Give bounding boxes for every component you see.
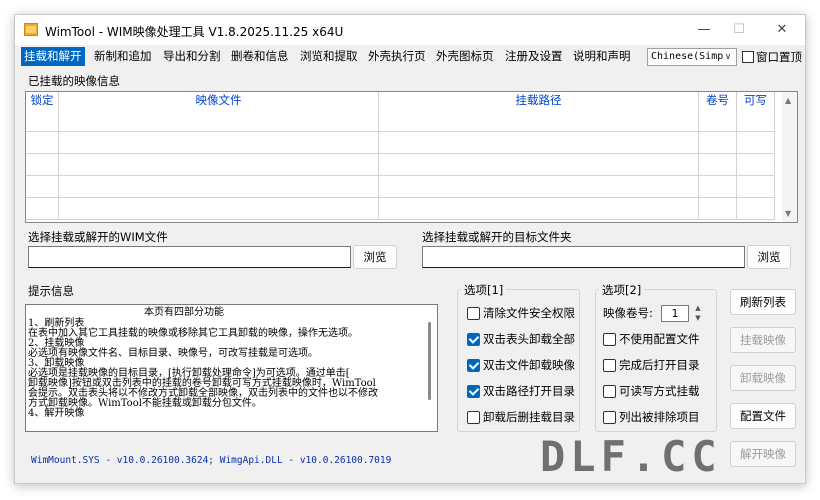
volume-number-label: 映像卷号:: [603, 306, 653, 320]
checkbox-checked-icon: [467, 359, 480, 372]
table-row[interactable]: [26, 154, 775, 176]
table-header: 锁定 映像文件 挂载路径 卷号 可写: [26, 92, 775, 110]
maximize-button[interactable]: ☐: [724, 19, 754, 41]
tab-bar: 挂载和解开 新制和追加 导出和分割 删卷和信息 浏览和提取 外壳执行页 外壳图标…: [17, 47, 803, 67]
browse-folder-button[interactable]: 浏览: [747, 245, 791, 269]
language-value: Chinese(Simp: [651, 51, 724, 62]
target-folder-label: 选择挂载或解开的目标文件夹: [422, 230, 572, 244]
scroll-down-icon[interactable]: ▼: [785, 209, 791, 218]
scroll-up-icon[interactable]: ▲: [785, 96, 791, 105]
table-row[interactable]: [26, 198, 775, 220]
refresh-list-button[interactable]: 刷新列表: [730, 289, 796, 315]
extract-image-button[interactable]: 解开映像: [730, 441, 796, 467]
title-bar: WimTool - WIM映像处理工具 V1.8.2025.11.25 x64U…: [15, 15, 805, 45]
wim-file-input[interactable]: [28, 246, 351, 268]
mounted-images-table[interactable]: 锁定 映像文件 挂载路径 卷号 可写 ▲ ▼: [25, 91, 798, 223]
tips-line: 4、解开映像: [28, 408, 85, 419]
checkbox-checked-icon: [467, 385, 480, 398]
mounted-images-label: 已挂载的映像信息: [28, 74, 120, 88]
option-label: 双击路径打开目录: [483, 384, 575, 398]
options2-title: 选项[2]: [599, 282, 645, 298]
option-label: 列出被排除项目: [619, 410, 700, 424]
checkbox-icon: [467, 307, 480, 320]
table-row[interactable]: [26, 132, 775, 154]
option-clear-security[interactable]: 清除文件安全权限: [467, 305, 575, 321]
column-header-lock[interactable]: 锁定: [26, 92, 59, 110]
tips-textarea[interactable]: 本页有四部分功能 1、刷新列表 在表中加入其它工具挂载的映像或移除其它工具卸载的…: [25, 304, 438, 432]
wim-file-label: 选择挂载或解开的WIM文件: [28, 230, 168, 244]
option-label: 双击文件卸载映像: [483, 358, 575, 372]
table-scrollbar[interactable]: ▲ ▼: [782, 92, 797, 222]
tips-line: 本页有四部分功能: [144, 307, 224, 318]
tab-delete-info[interactable]: 删卷和信息: [228, 47, 292, 66]
tab-browse-extract[interactable]: 浏览和提取: [297, 47, 361, 66]
option-label: 可读写方式挂载: [619, 384, 700, 398]
column-header-volume[interactable]: 卷号: [699, 92, 737, 110]
column-header-mount-path[interactable]: 挂载路径: [379, 92, 699, 110]
tips-scrollbar[interactable]: [422, 305, 437, 431]
table-row[interactable]: [26, 110, 775, 132]
column-header-writable[interactable]: 可写: [737, 92, 775, 110]
option-no-config-file[interactable]: 不使用配置文件: [603, 331, 700, 347]
mount-image-button[interactable]: 挂载映像: [730, 327, 796, 353]
option-label: 清除文件安全权限: [483, 306, 575, 320]
scroll-thumb[interactable]: [428, 322, 431, 400]
close-button[interactable]: ✕: [767, 19, 797, 41]
minimize-button[interactable]: —: [689, 19, 719, 41]
spin-down-icon[interactable]: ▼: [692, 313, 704, 323]
checkbox-checked-icon: [467, 333, 480, 346]
chevron-down-icon: ∨: [724, 52, 732, 62]
app-window: WimTool - WIM映像处理工具 V1.8.2025.11.25 x64U…: [14, 14, 806, 484]
volume-number-input[interactable]: 1: [661, 305, 689, 322]
option-label: 卸载后删挂载目录: [483, 410, 575, 424]
checkbox-icon: [603, 333, 616, 346]
app-icon: [24, 23, 38, 36]
option-delete-mount-dir[interactable]: 卸载后删挂载目录: [467, 409, 575, 425]
tips-label: 提示信息: [28, 284, 74, 298]
checkbox-icon: [467, 411, 480, 424]
checkbox-icon: [742, 51, 754, 63]
table-row[interactable]: [26, 176, 775, 198]
topmost-checkbox[interactable]: 窗口置顶: [742, 48, 802, 66]
option-label: 完成后打开目录: [619, 358, 700, 372]
window-title: WimTool - WIM映像处理工具 V1.8.2025.11.25 x64U: [45, 25, 344, 39]
language-select[interactable]: Chinese(Simp ∨: [647, 48, 737, 66]
option-label: 双击表头卸载全部: [483, 332, 575, 346]
option-mount-readwrite[interactable]: 可读写方式挂载: [603, 383, 700, 399]
tab-mount-extract[interactable]: 挂载和解开: [21, 47, 85, 66]
tab-shell-icon[interactable]: 外壳图标页: [433, 47, 497, 66]
tab-new-append[interactable]: 新制和追加: [91, 47, 155, 66]
options1-title: 选项[1]: [461, 282, 507, 298]
column-header-image-file[interactable]: 映像文件: [59, 92, 379, 110]
volume-stepper[interactable]: ▲ ▼: [692, 303, 704, 323]
watermark-text: DLF.CC: [540, 432, 722, 481]
option-list-excluded[interactable]: 列出被排除项目: [603, 409, 700, 425]
tab-export-split[interactable]: 导出和分割: [160, 47, 224, 66]
unmount-image-button[interactable]: 卸载映像: [730, 365, 796, 391]
target-folder-input[interactable]: [422, 246, 745, 268]
version-status-text: WimMount.SYS - v10.0.26100.3624; WimgApi…: [31, 455, 392, 466]
checkbox-icon: [603, 411, 616, 424]
option-open-dir-after[interactable]: 完成后打开目录: [603, 357, 700, 373]
option-dblclick-header-unmount-all[interactable]: 双击表头卸载全部: [467, 331, 575, 347]
spin-up-icon[interactable]: ▲: [692, 303, 704, 313]
tab-register-settings[interactable]: 注册及设置: [502, 47, 566, 66]
option-label: 不使用配置文件: [619, 332, 700, 346]
tab-about[interactable]: 说明和声明: [570, 47, 634, 66]
checkbox-icon: [603, 385, 616, 398]
config-file-button[interactable]: 配置文件: [730, 403, 796, 429]
checkbox-icon: [603, 359, 616, 372]
option-dblclick-path-open[interactable]: 双击路径打开目录: [467, 383, 575, 399]
option-dblclick-file-unmount[interactable]: 双击文件卸载映像: [467, 357, 575, 373]
topmost-label: 窗口置顶: [756, 50, 802, 64]
tab-shell-exec[interactable]: 外壳执行页: [365, 47, 429, 66]
browse-wim-button[interactable]: 浏览: [353, 245, 397, 269]
